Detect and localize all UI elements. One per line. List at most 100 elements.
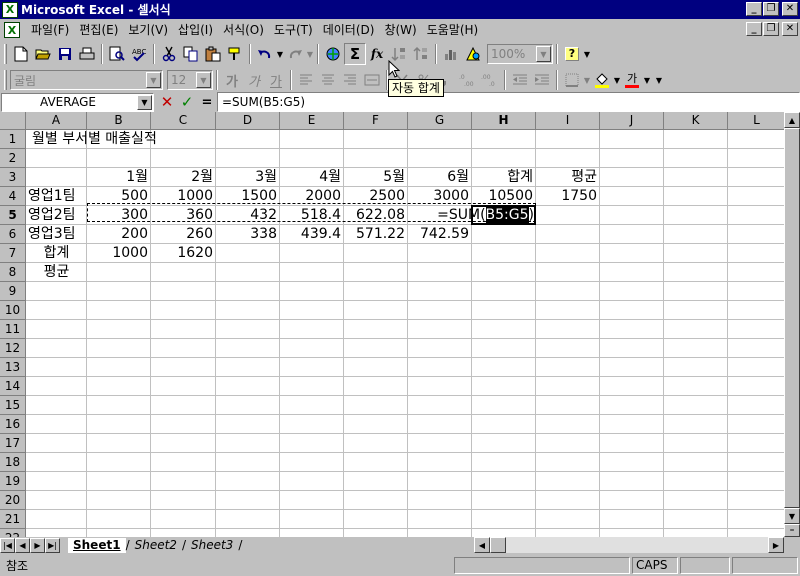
row-header-14[interactable]: 14: [0, 377, 26, 396]
underline-button[interactable]: 가: [265, 69, 287, 91]
close-button[interactable]: ✕: [782, 2, 798, 16]
zoom-combo[interactable]: 100% ▼: [487, 44, 553, 64]
cell-a1[interactable]: 월별 부서별 매출실적: [26, 130, 280, 149]
column-header-i[interactable]: I: [536, 112, 600, 130]
row-header-9[interactable]: 9: [0, 282, 26, 301]
copy-icon[interactable]: [180, 43, 202, 65]
column-header-l[interactable]: L: [728, 112, 784, 130]
cell-f3[interactable]: 5월: [344, 168, 408, 187]
column-header-a[interactable]: A: [26, 112, 87, 130]
workbook-icon[interactable]: X: [4, 22, 20, 38]
cell-h3[interactable]: 합계: [472, 168, 536, 187]
font-size-dropdown-icon[interactable]: ▼: [196, 72, 211, 88]
menu-insert[interactable]: 삽입(I): [173, 20, 218, 40]
cell-a7[interactable]: 합계: [26, 244, 87, 263]
menu-data[interactable]: 데이터(D): [318, 20, 380, 40]
column-header-f[interactable]: F: [344, 112, 408, 130]
row-header-3[interactable]: 3: [0, 168, 26, 187]
cancel-icon[interactable]: ✕: [158, 93, 176, 111]
fill-color-icon[interactable]: [591, 69, 613, 91]
cell-i4[interactable]: 1750: [536, 187, 600, 206]
column-header-c[interactable]: C: [151, 112, 216, 130]
cell-d3[interactable]: 3월: [216, 168, 280, 187]
paste-icon[interactable]: [202, 43, 224, 65]
first-sheet-icon[interactable]: |◀: [0, 537, 15, 553]
menu-help[interactable]: 도움말(H): [422, 20, 484, 40]
row-header-18[interactable]: 18: [0, 453, 26, 472]
formula-input[interactable]: =SUM(B5:G5): [217, 92, 800, 112]
align-left-icon[interactable]: [295, 69, 317, 91]
menu-view[interactable]: 보기(V): [123, 20, 173, 40]
font-name-dropdown-icon[interactable]: ▼: [146, 72, 161, 88]
scroll-right-icon[interactable]: ▶: [768, 537, 784, 553]
doc-minimize-button[interactable]: _: [746, 22, 762, 36]
drawing-icon[interactable]: [462, 43, 484, 65]
cell-b7[interactable]: 1000: [87, 244, 151, 263]
column-header-e[interactable]: E: [280, 112, 344, 130]
column-header-k[interactable]: K: [664, 112, 728, 130]
row-header-11[interactable]: 11: [0, 320, 26, 339]
split-box-icon[interactable]: ═: [784, 524, 800, 537]
row-header-21[interactable]: 21: [0, 510, 26, 529]
toolbar-grip[interactable]: [4, 70, 7, 90]
excel-app-icon[interactable]: X: [2, 1, 18, 18]
bold-button[interactable]: 가: [221, 69, 243, 91]
worksheet-grid[interactable]: ABCDEFGHIJKL 1 2 3 4 5 6 7 8 9 10 11 12 13 14 15 16 17 18…: [0, 112, 784, 537]
cell-a5[interactable]: 영업2팀: [26, 206, 87, 225]
cell-e3[interactable]: 4월: [280, 168, 344, 187]
cell-f6[interactable]: 571.22: [344, 225, 408, 244]
menu-format[interactable]: 서식(O): [218, 20, 269, 40]
increase-indent-icon[interactable]: [531, 69, 553, 91]
undo-icon[interactable]: [254, 43, 276, 65]
column-header-b[interactable]: B: [87, 112, 151, 130]
prev-sheet-icon[interactable]: ◀: [15, 537, 30, 553]
enter-icon[interactable]: ✓: [178, 93, 196, 111]
open-icon[interactable]: [32, 43, 54, 65]
cell-b3[interactable]: 1월: [87, 168, 151, 187]
cell-c3[interactable]: 2월: [151, 168, 216, 187]
column-header-j[interactable]: J: [600, 112, 664, 130]
borders-icon[interactable]: [561, 69, 583, 91]
decrease-decimal-icon[interactable]: .00.0: [479, 69, 501, 91]
new-icon[interactable]: [10, 43, 32, 65]
print-icon[interactable]: [76, 43, 98, 65]
cell-g6[interactable]: 742.59: [408, 225, 472, 244]
toolbar-options-icon[interactable]: ▼: [583, 50, 591, 59]
row-header-20[interactable]: 20: [0, 491, 26, 510]
chart-wizard-icon[interactable]: [440, 43, 462, 65]
row-header-10[interactable]: 10: [0, 301, 26, 320]
align-center-icon[interactable]: [317, 69, 339, 91]
tab-sheet3[interactable]: Sheet3: [186, 538, 238, 553]
doc-restore-button[interactable]: ❐: [763, 22, 779, 36]
restore-button[interactable]: ❐: [763, 2, 779, 16]
cell-a4[interactable]: 영업1팀: [26, 187, 87, 206]
cell-a8[interactable]: 평균: [26, 263, 87, 282]
row-header-4[interactable]: 4: [0, 187, 26, 206]
italic-button[interactable]: 가: [243, 69, 265, 91]
format-painter-icon[interactable]: [224, 43, 246, 65]
row-header-19[interactable]: 19: [0, 472, 26, 491]
name-box[interactable]: AVERAGE ▼: [1, 92, 154, 112]
cell-g3[interactable]: 6월: [408, 168, 472, 187]
paste-function-button[interactable]: fx: [366, 43, 388, 65]
cell-i3[interactable]: 평균: [536, 168, 600, 187]
scroll-down-icon[interactable]: ▼: [784, 508, 800, 524]
toolbar-options-icon-2[interactable]: ▼: [655, 76, 663, 85]
cell-b6[interactable]: 200: [87, 225, 151, 244]
minimize-button[interactable]: _: [746, 2, 762, 16]
column-header-g[interactable]: G: [408, 112, 472, 130]
row-header-1[interactable]: 1: [0, 130, 26, 149]
horizontal-scroll-thumb[interactable]: [490, 537, 506, 553]
save-icon[interactable]: [54, 43, 76, 65]
redo-dropdown-icon[interactable]: ▼: [306, 50, 314, 59]
align-right-icon[interactable]: [339, 69, 361, 91]
column-header-d[interactable]: D: [216, 112, 280, 130]
cut-icon[interactable]: [158, 43, 180, 65]
office-assistant-icon[interactable]: ?: [561, 43, 583, 65]
row-header-13[interactable]: 13: [0, 358, 26, 377]
cell-a6[interactable]: 영업3팀: [26, 225, 87, 244]
vertical-scrollbar[interactable]: ▲ ▼ ═: [784, 112, 800, 537]
last-sheet-icon[interactable]: ▶|: [45, 537, 60, 553]
tab-sheet1[interactable]: Sheet1: [68, 537, 126, 553]
borders-dropdown-icon[interactable]: ▼: [583, 76, 591, 85]
